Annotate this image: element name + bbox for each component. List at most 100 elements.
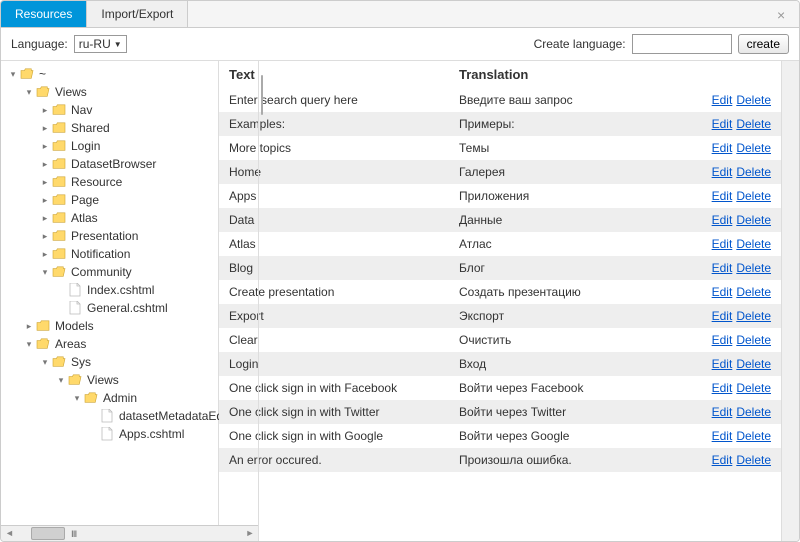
folder-closed-icon xyxy=(51,247,67,261)
table-row: Enter search query hereВведите ваш запро… xyxy=(219,88,781,112)
language-value: ru-RU xyxy=(79,37,111,51)
edit-link[interactable]: Edit xyxy=(712,429,733,443)
delete-link[interactable]: Delete xyxy=(736,333,771,347)
cell-translation: Примеры: xyxy=(459,117,691,131)
edit-link[interactable]: Edit xyxy=(712,285,733,299)
delete-link[interactable]: Delete xyxy=(736,429,771,443)
cell-text: Home xyxy=(229,165,459,179)
folder-open-icon xyxy=(35,85,51,99)
translation-table: Text Translation Enter search query here… xyxy=(219,61,781,541)
close-icon[interactable]: × xyxy=(777,7,791,21)
delete-link[interactable]: Delete xyxy=(736,213,771,227)
edit-link[interactable]: Edit xyxy=(712,381,733,395)
vertical-scrollbar[interactable] xyxy=(258,61,259,541)
file-icon xyxy=(67,283,83,297)
cell-translation: Данные xyxy=(459,213,691,227)
cell-translation: Войти через Facebook xyxy=(459,381,691,395)
edit-link[interactable]: Edit xyxy=(712,309,733,323)
table-row: Examples:Примеры: EditDelete xyxy=(219,112,781,136)
cell-translation: Темы xyxy=(459,141,691,155)
table-row: ClearОчиститьEditDelete xyxy=(219,328,781,352)
edit-link[interactable]: Edit xyxy=(712,333,733,347)
delete-link[interactable]: Delete xyxy=(736,237,771,251)
table-row: ExportЭкспортEditDelete xyxy=(219,304,781,328)
edit-link[interactable]: Edit xyxy=(712,117,733,131)
cell-text: Enter search query here xyxy=(229,93,459,107)
table-row: DataДанныеEditDelete xyxy=(219,208,781,232)
table-row: AtlasАтласEditDelete xyxy=(219,232,781,256)
folder-closed-icon xyxy=(51,211,67,225)
delete-link[interactable]: Delete xyxy=(736,405,771,419)
file-icon xyxy=(99,409,115,423)
cell-text: Create presentation xyxy=(229,285,459,299)
folder-closed-icon xyxy=(51,193,67,207)
table-row: LoginВходEditDelete xyxy=(219,352,781,376)
folder-closed-icon xyxy=(51,103,67,117)
table-row: More topicsТемы EditDelete xyxy=(219,136,781,160)
edit-link[interactable]: Edit xyxy=(712,237,733,251)
col-translation-header: Translation xyxy=(459,67,691,82)
edit-link[interactable]: Edit xyxy=(712,141,733,155)
delete-link[interactable]: Delete xyxy=(736,261,771,275)
edit-link[interactable]: Edit xyxy=(712,261,733,275)
cell-text: Apps xyxy=(229,189,459,203)
cell-translation: Приложения xyxy=(459,189,691,203)
cell-text: Examples: xyxy=(229,117,459,131)
cell-text: One click sign in with Facebook xyxy=(229,381,459,395)
horizontal-scrollbar[interactable]: ◄Ⅲ► xyxy=(1,525,258,541)
edit-link[interactable]: Edit xyxy=(712,165,733,179)
delete-link[interactable]: Delete xyxy=(736,189,771,203)
table-row: AppsПриложения EditDelete xyxy=(219,184,781,208)
table-row: HomeГалереяEditDelete xyxy=(219,160,781,184)
cell-translation: Произошла ошибка. xyxy=(459,453,691,467)
edit-link[interactable]: Edit xyxy=(712,93,733,107)
cell-translation: Введите ваш запрос xyxy=(459,93,691,107)
folder-closed-icon xyxy=(51,175,67,189)
folder-closed-icon xyxy=(51,229,67,243)
delete-link[interactable]: Delete xyxy=(736,117,771,131)
cell-text: One click sign in with Twitter xyxy=(229,405,459,419)
language-select[interactable]: ru-RU ▼ xyxy=(74,35,127,53)
create-language-input[interactable] xyxy=(632,34,732,54)
create-language-label: Create language: xyxy=(534,37,626,51)
folder-closed-icon xyxy=(51,139,67,153)
delete-link[interactable]: Delete xyxy=(736,141,771,155)
delete-link[interactable]: Delete xyxy=(736,285,771,299)
edit-link[interactable]: Edit xyxy=(712,405,733,419)
delete-link[interactable]: Delete xyxy=(736,165,771,179)
col-text-header: Text xyxy=(229,67,459,82)
cell-translation: Войти через Twitter xyxy=(459,405,691,419)
table-row: One click sign in with GoogleВойти через… xyxy=(219,424,781,448)
delete-link[interactable]: Delete xyxy=(736,381,771,395)
folder-open-icon xyxy=(51,355,67,369)
cell-translation: Экспорт xyxy=(459,309,691,323)
language-label: Language: xyxy=(11,37,68,51)
folder-open-icon xyxy=(83,391,99,405)
edit-link[interactable]: Edit xyxy=(712,189,733,203)
edit-link[interactable]: Edit xyxy=(712,453,733,467)
edit-link[interactable]: Edit xyxy=(712,357,733,371)
delete-link[interactable]: Delete xyxy=(736,357,771,371)
table-row: An error occured.Произошла ошибка.EditDe… xyxy=(219,448,781,472)
cell-translation: Создать презентацию xyxy=(459,285,691,299)
edit-link[interactable]: Edit xyxy=(712,213,733,227)
delete-link[interactable]: Delete xyxy=(736,309,771,323)
cell-text: One click sign in with Google xyxy=(229,429,459,443)
tab-import-export[interactable]: Import/Export xyxy=(87,1,188,27)
folder-closed-icon xyxy=(51,157,67,171)
folder-open-icon xyxy=(51,265,67,279)
cell-text: Login xyxy=(229,357,459,371)
create-button[interactable]: create xyxy=(738,34,789,54)
delete-link[interactable]: Delete xyxy=(736,453,771,467)
table-row: Create presentationСоздать презентацию Ed… xyxy=(219,280,781,304)
folder-closed-icon xyxy=(51,121,67,135)
cell-text: More topics xyxy=(229,141,459,155)
tab-resources[interactable]: Resources xyxy=(1,1,87,27)
folder-open-icon xyxy=(19,67,35,81)
delete-link[interactable]: Delete xyxy=(736,93,771,107)
file-icon xyxy=(67,301,83,315)
cell-text: Blog xyxy=(229,261,459,275)
table-row: One click sign in with TwitterВойти чере… xyxy=(219,400,781,424)
file-icon xyxy=(99,427,115,441)
vertical-scrollbar[interactable] xyxy=(781,61,799,541)
